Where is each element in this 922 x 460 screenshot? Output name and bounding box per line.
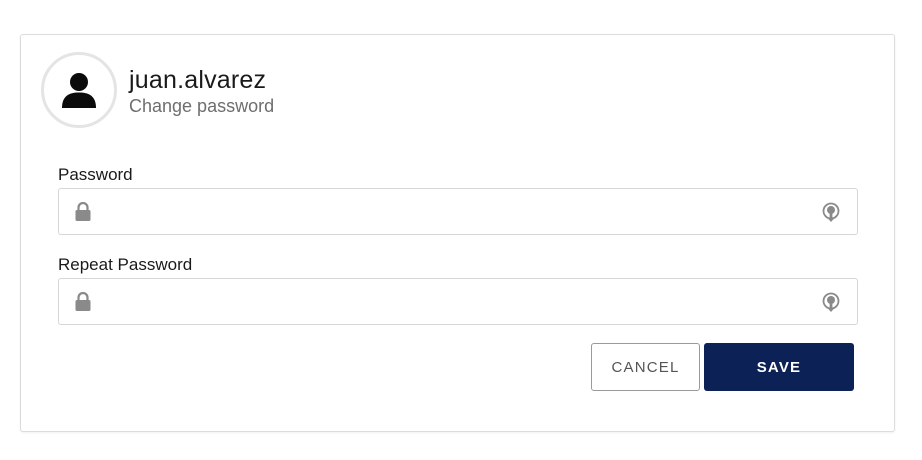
page-subtitle: Change password — [129, 96, 275, 116]
repeat-password-label: Repeat Password — [58, 255, 193, 274]
reveal-password-icon[interactable] — [821, 291, 841, 313]
repeat-password-input[interactable] — [103, 279, 807, 324]
avatar — [41, 52, 117, 128]
cancel-button[interactable]: CANCEL — [591, 343, 700, 391]
repeat-password-field — [58, 278, 858, 325]
save-button[interactable]: SAVE — [704, 343, 854, 391]
change-password-card: juan.alvarez Change password Password Re… — [20, 34, 895, 432]
password-field — [58, 188, 858, 235]
password-label: Password — [58, 165, 133, 184]
lock-icon — [75, 292, 91, 311]
username: juan.alvarez — [129, 66, 267, 94]
password-input[interactable] — [103, 189, 807, 234]
lock-icon — [75, 202, 91, 221]
reveal-password-icon[interactable] — [821, 201, 841, 223]
user-icon — [62, 73, 96, 108]
